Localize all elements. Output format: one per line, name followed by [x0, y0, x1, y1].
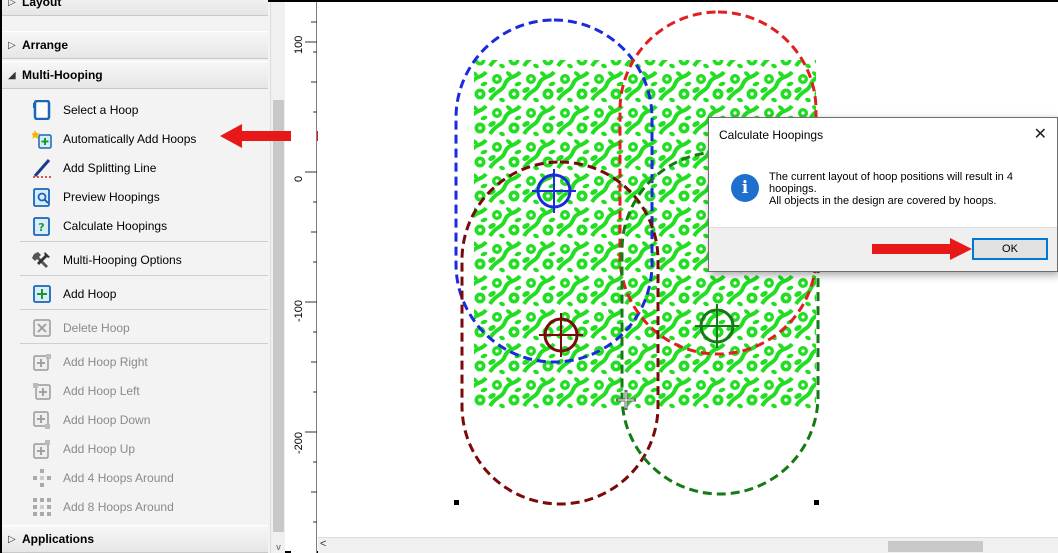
- hoop-select-icon: [33, 99, 51, 120]
- section-applications[interactable]: ▷ Applications: [2, 525, 268, 553]
- ruler-label-minus-200: -200: [293, 431, 305, 454]
- message-line: All objects in the design are covered by…: [769, 195, 997, 207]
- calculate-hoopings-icon: ?: [33, 216, 50, 236]
- side-panel: ▷ Layout ▷ Arrange ◢ Multi-Hooping Selec…: [2, 0, 285, 553]
- section-arrange-label: Arrange: [22, 38, 69, 52]
- item-label: Delete Hoop: [63, 320, 130, 335]
- divider: [20, 241, 268, 242]
- add-4-hoops-icon: [33, 468, 51, 487]
- expand-arrow-icon: ▷: [8, 533, 16, 545]
- section-multi-hooping[interactable]: ◢ Multi-Hooping: [2, 61, 268, 89]
- add-8-hoops-icon: [33, 497, 51, 516]
- add-hoop-left-icon: [33, 382, 51, 400]
- panel-scrollbar[interactable]: v: [270, 2, 285, 553]
- dialog-message: The current layout of hoop positions wil…: [769, 171, 1047, 207]
- ruler-ticks: [305, 21, 317, 523]
- selection-handle[interactable]: [814, 500, 819, 505]
- preview-hoopings-icon: [33, 187, 50, 207]
- divider: [20, 309, 268, 310]
- item-label: Add 8 Hoops Around: [63, 499, 174, 514]
- delete-hoop-item[interactable]: Delete Hoop: [2, 313, 268, 342]
- dialog-title: Calculate Hoopings: [719, 128, 824, 142]
- splitting-line-icon: [33, 158, 51, 178]
- add-8-hoops-around-item[interactable]: Add 8 Hoops Around: [2, 492, 268, 521]
- add-hoop-icon: [33, 284, 51, 303]
- section-multi-hooping-label: Multi-Hooping: [22, 68, 103, 82]
- item-label: Select a Hoop: [63, 102, 139, 117]
- divider: [20, 343, 268, 344]
- item-label: Add Hoop Up: [63, 441, 136, 456]
- section-arrange[interactable]: ▷ Arrange: [2, 31, 268, 59]
- item-label: Add 4 Hoops Around: [63, 470, 174, 485]
- application-window: ▷ Layout ▷ Arrange ◢ Multi-Hooping Selec…: [0, 0, 1058, 553]
- add-hoop-up-icon: [33, 439, 50, 459]
- add-hoop-down-item[interactable]: Add Hoop Down: [2, 405, 268, 434]
- scroll-left-icon[interactable]: <: [320, 538, 326, 550]
- close-icon[interactable]: ✕: [1034, 124, 1047, 144]
- expand-arrow-icon: ▷: [8, 0, 16, 8]
- preview-hoopings-item[interactable]: Preview Hoopings: [2, 182, 268, 211]
- ruler-label-minus-100: -100: [293, 299, 305, 322]
- add-hoop-down-icon: [33, 410, 50, 429]
- multi-hooping-options-item[interactable]: Multi-Hooping Options: [2, 245, 268, 274]
- svg-text:?: ?: [38, 221, 44, 234]
- auto-add-hoops-icon: [32, 129, 52, 149]
- item-label: Add Hoop Left: [63, 383, 140, 398]
- ok-button[interactable]: OK: [972, 238, 1048, 260]
- vertical-ruler: 100 0 -100 -200: [291, 2, 317, 553]
- add-4-hoops-around-item[interactable]: Add 4 Hoops Around: [2, 463, 268, 492]
- section-layout[interactable]: ▷ Layout: [2, 0, 268, 16]
- item-label: Add Hoop Right: [63, 354, 148, 369]
- tools-icon: [32, 251, 50, 268]
- message-line: hoopings.: [769, 183, 817, 195]
- section-layout-label: Layout: [22, 0, 62, 9]
- design-drawing[interactable]: [318, 2, 1058, 553]
- message-line: The current layout of hoop positions wil…: [769, 171, 1013, 183]
- add-hoop-item[interactable]: Add Hoop: [2, 279, 268, 308]
- ruler-label-0: 0: [293, 175, 305, 182]
- add-hoop-up-item[interactable]: Add Hoop Up: [2, 434, 268, 463]
- scrollbar-thumb[interactable]: [273, 100, 284, 532]
- delete-hoop-icon: [33, 318, 51, 337]
- add-hoop-left-item[interactable]: Add Hoop Left: [2, 376, 268, 405]
- scrollbar-thumb[interactable]: [888, 541, 983, 552]
- expand-arrow-icon: ▷: [8, 39, 16, 51]
- info-icon: i: [731, 174, 759, 202]
- item-label: Preview Hoopings: [63, 189, 160, 204]
- item-label: Add Hoop Down: [63, 412, 151, 427]
- add-hoop-right-icon: [33, 353, 51, 371]
- item-label: Calculate Hoopings: [63, 218, 168, 233]
- add-hoop-right-item[interactable]: Add Hoop Right: [2, 347, 268, 376]
- design-canvas[interactable]: [318, 2, 1058, 553]
- canvas-horizontal-scrollbar[interactable]: <: [318, 537, 1058, 553]
- select-hoop-item[interactable]: Select a Hoop: [2, 95, 268, 124]
- item-label: Multi-Hooping Options: [63, 252, 182, 267]
- selection-handle[interactable]: [454, 500, 459, 505]
- item-label: Add Splitting Line: [63, 160, 157, 175]
- collapse-arrow-icon: ◢: [8, 69, 16, 81]
- divider: [20, 275, 268, 276]
- scroll-down-icon[interactable]: v: [271, 539, 286, 553]
- add-splitting-line-item[interactable]: Add Splitting Line: [2, 153, 268, 182]
- item-label: Add Hoop: [63, 286, 117, 301]
- calculate-hoopings-item[interactable]: ? Calculate Hoopings: [2, 211, 268, 240]
- annotation-arrow-icon: [872, 238, 972, 260]
- section-applications-label: Applications: [22, 532, 95, 546]
- item-label: Automatically Add Hoops: [63, 131, 197, 146]
- ruler-label-100: 100: [293, 35, 305, 54]
